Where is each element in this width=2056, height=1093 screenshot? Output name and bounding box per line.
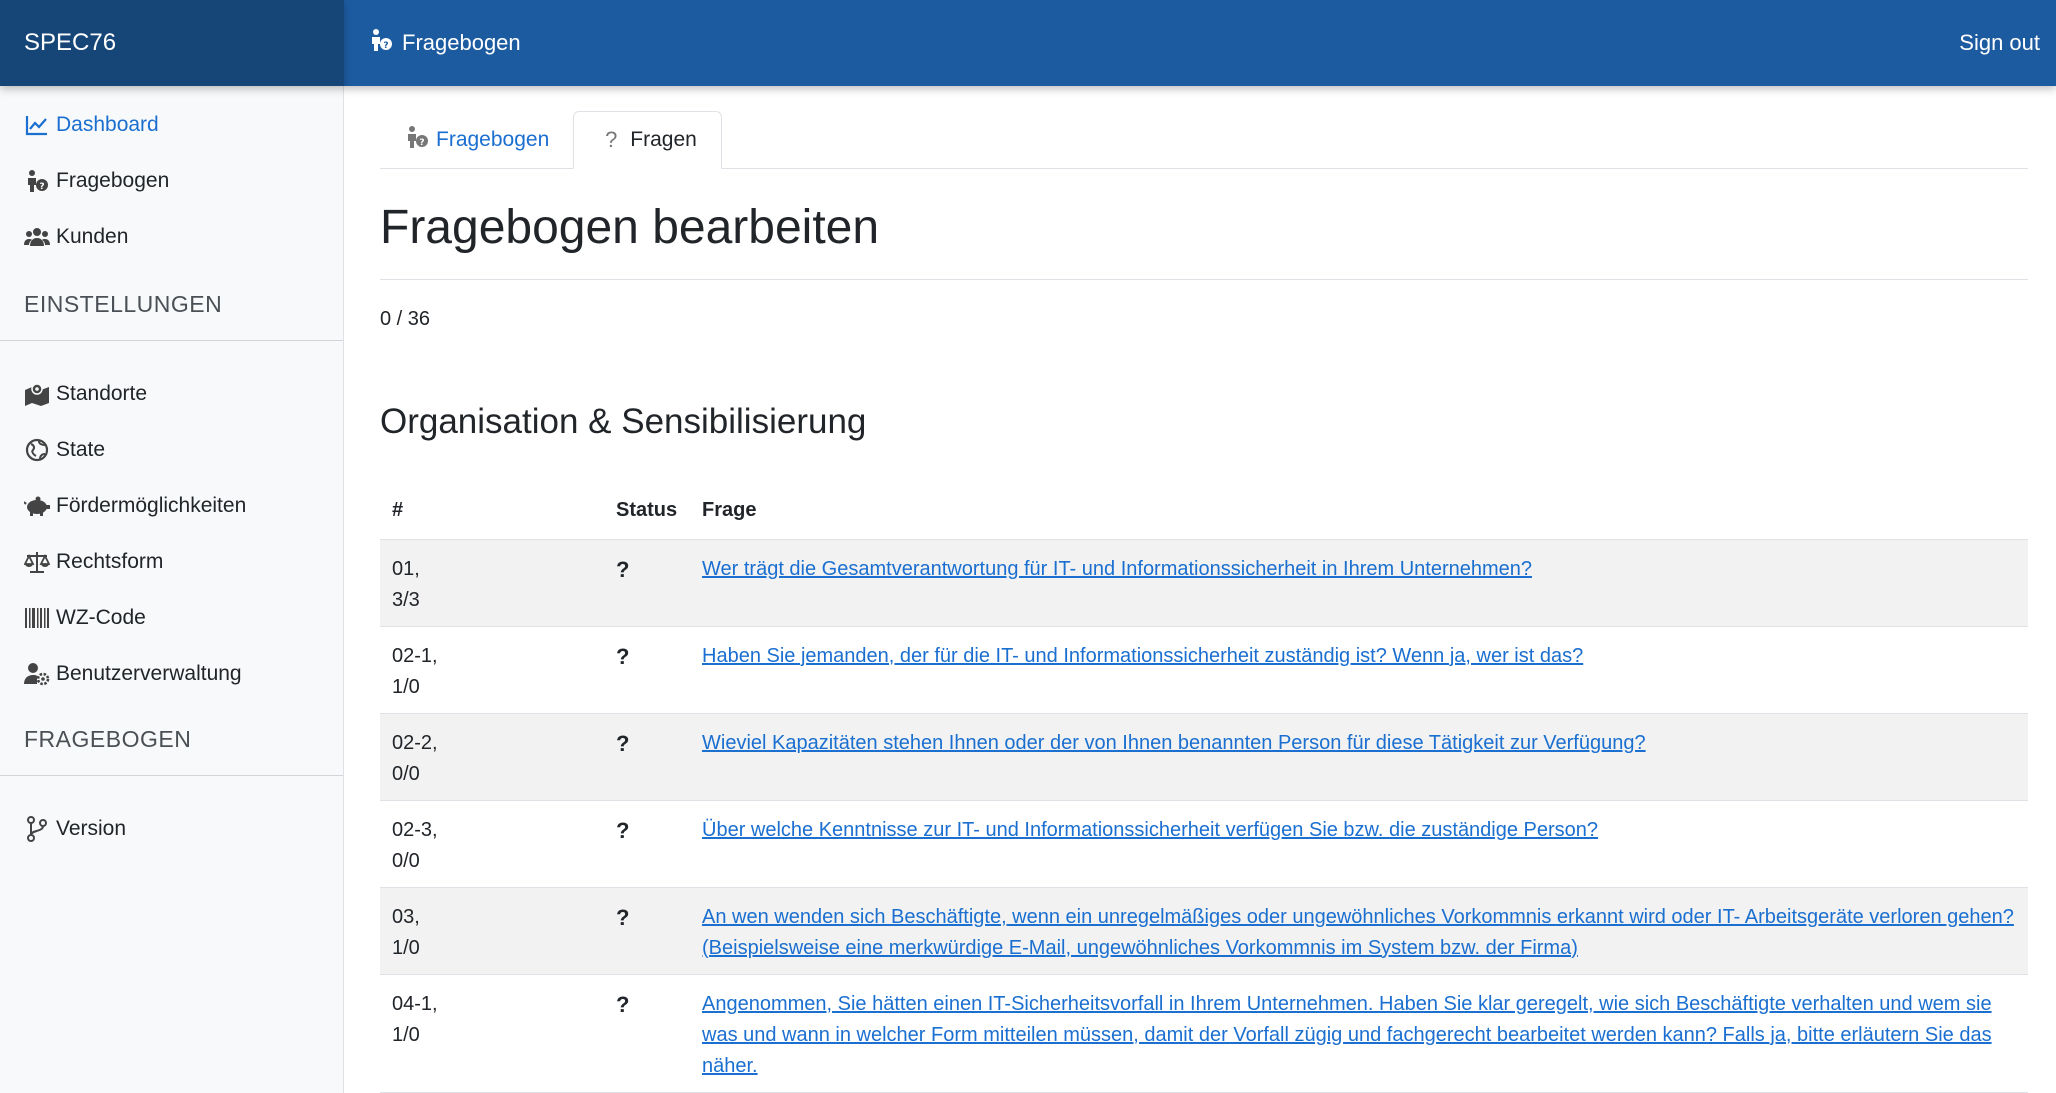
question-number: 01, 3/3 — [380, 539, 604, 627]
sidebar-item-label: Rechtsform — [56, 550, 164, 573]
question-number: 02-1, 1/0 — [380, 626, 604, 714]
svg-text:?: ? — [383, 41, 388, 51]
column-header-status: Status — [604, 482, 690, 540]
sidebar-item-version[interactable]: Version — [0, 801, 343, 857]
question-cell: Wieviel Kapazitäten stehen Ihnen oder de… — [690, 713, 2028, 801]
page-title: Fragebogen bearbeiten — [380, 201, 880, 254]
top-navbar: ? Fragebogen Sign out — [344, 0, 2056, 86]
sidebar-item-label: Fördermöglichkeiten — [56, 494, 247, 517]
sidebar-item-dashboard[interactable]: Dashboard — [0, 97, 343, 153]
question-status: ? — [604, 800, 690, 888]
questions-table: # Status Frage 01, 3/3 ? Wer trägt die Ge… — [380, 482, 2028, 1093]
sidebar-item-kunden[interactable]: Kunden — [0, 209, 343, 265]
divider — [0, 340, 343, 341]
scale-icon — [24, 549, 50, 575]
tab-bar: ? Fragebogen ? Fragen — [380, 86, 2028, 169]
piggy-bank-icon — [24, 493, 50, 519]
topbar-title-text: Fragebogen — [402, 30, 521, 55]
question-cell: Haben Sie jemanden, der für die IT- und … — [690, 626, 2028, 714]
tab-fragen[interactable]: ? Fragen — [573, 111, 722, 169]
svg-text:?: ? — [419, 138, 424, 148]
sidebar-item-wz-code[interactable]: WZ-Code — [0, 590, 343, 646]
divider — [0, 775, 343, 776]
question-link[interactable]: Angenommen, Sie hätten einen IT-Sicherhe… — [702, 993, 1992, 1077]
question-status: ? — [604, 974, 690, 1093]
chart-line-icon — [24, 112, 50, 138]
table-header-row: # Status Frage — [380, 482, 2028, 540]
sidebar-item-label: Dashboard — [56, 113, 159, 136]
person-question-icon: ? — [24, 168, 50, 194]
brand-logo[interactable]: SPEC76 — [0, 0, 344, 86]
question-cell: An wen wenden sich Beschäftigte, wenn ei… — [690, 887, 2028, 975]
question-cell: Angenommen, Sie hätten einen IT-Sicherhe… — [690, 974, 2028, 1093]
sidebar-item-label: Kunden — [56, 225, 129, 248]
sidebar-item-benutzerverwaltung[interactable]: Benutzerverwaltung — [0, 646, 343, 702]
sign-out-link[interactable]: Sign out — [1959, 30, 2040, 56]
svg-text:?: ? — [39, 182, 44, 192]
question-link[interactable]: Wieviel Kapazitäten stehen Ihnen oder de… — [702, 732, 1646, 754]
question-status: ? — [604, 713, 690, 801]
person-question-icon: ? — [404, 124, 430, 156]
user-cog-icon — [24, 661, 50, 687]
sidebar-item-label: WZ-Code — [56, 606, 146, 629]
sidebar-item-label: Fragebogen — [56, 169, 170, 192]
question-status: ? — [604, 539, 690, 627]
question-link[interactable]: An wen wenden sich Beschäftigte, wenn ei… — [702, 906, 2014, 959]
table-row: 02-1, 1/0 ? Haben Sie jemanden, der für d… — [380, 626, 2028, 714]
sidebar-item-fragebogen[interactable]: ? Fragebogen — [0, 153, 343, 209]
brand-name: SPEC76 — [24, 29, 117, 56]
table-row: 02-2, 0/0 ? Wieviel Kapazitäten stehen Ih… — [380, 713, 2028, 801]
table-row: 03, 1/0 ? An wen wenden sich Beschäftigte… — [380, 887, 2028, 975]
sidebar-item-label: Version — [56, 817, 127, 840]
question-status: ? — [604, 626, 690, 714]
progress-counter: 0 / 36 — [380, 307, 431, 330]
main-content: ? Fragebogen ? Fragen Fragebogen bearbei… — [380, 86, 2028, 1093]
question-number: 02-2, 0/0 — [380, 713, 604, 801]
table-row: 01, 3/3 ? Wer trägt die Gesamtverantwortu… — [380, 539, 2028, 627]
tab-fragebogen[interactable]: ? Fragebogen — [380, 112, 573, 168]
sidebar-item-state[interactable]: State — [0, 422, 343, 478]
question-number: 03, 1/0 — [380, 887, 604, 975]
sidebar-item-rechtsform[interactable]: Rechtsform — [0, 534, 343, 590]
question-link[interactable]: Wer trägt die Gesamtverantwortung für IT… — [702, 558, 1532, 580]
question-icon: ? — [605, 127, 618, 152]
question-link[interactable]: Haben Sie jemanden, der für die IT- und … — [702, 645, 1583, 667]
question-cell: Über welche Kenntnisse zur IT- und Infor… — [690, 800, 2028, 888]
sidebar-item-foerdermoeglichkeiten[interactable]: Fördermöglichkeiten — [0, 478, 343, 534]
tab-label: Fragen — [630, 128, 697, 151]
column-header-number: # — [380, 482, 604, 540]
table-row: 02-3, 0/0 ? Über welche Kenntnisse zur IT… — [380, 800, 2028, 888]
sidebar-item-label: Standorte — [56, 382, 148, 405]
question-number: 02-3, 0/0 — [380, 800, 604, 888]
globe-icon — [24, 437, 50, 463]
table-row: 04-1, 1/0 ? Angenommen, Sie hätten einen … — [380, 974, 2028, 1093]
section-heading-fragebogen: FRAGEBOGEN — [24, 725, 192, 752]
tab-label: Fragebogen — [436, 128, 550, 151]
topbar-title: ? Fragebogen — [368, 27, 521, 59]
map-marker-icon — [24, 381, 50, 407]
branch-icon — [24, 816, 50, 842]
section-heading-einstellungen: EINSTELLUNGEN — [24, 290, 223, 317]
question-status: ? — [604, 887, 690, 975]
person-question-icon: ? — [368, 27, 394, 59]
divider — [380, 278, 2028, 280]
section-title: Organisation & Sensibilisierung — [380, 401, 867, 441]
question-cell: Wer trägt die Gesamtverantwortung für IT… — [690, 539, 2028, 627]
sidebar-item-standorte[interactable]: Standorte — [0, 366, 343, 422]
sidebar-item-label: State — [56, 438, 106, 461]
sidebar: Dashboard ? Fragebogen Kunden EINSTELLUN… — [0, 86, 344, 1093]
barcode-icon — [24, 605, 50, 631]
question-link[interactable]: Über welche Kenntnisse zur IT- und Infor… — [702, 819, 1598, 841]
users-icon — [24, 224, 50, 250]
column-header-frage: Frage — [690, 482, 2028, 540]
sidebar-item-label: Benutzerverwaltung — [56, 662, 242, 685]
question-number: 04-1, 1/0 — [380, 974, 604, 1093]
